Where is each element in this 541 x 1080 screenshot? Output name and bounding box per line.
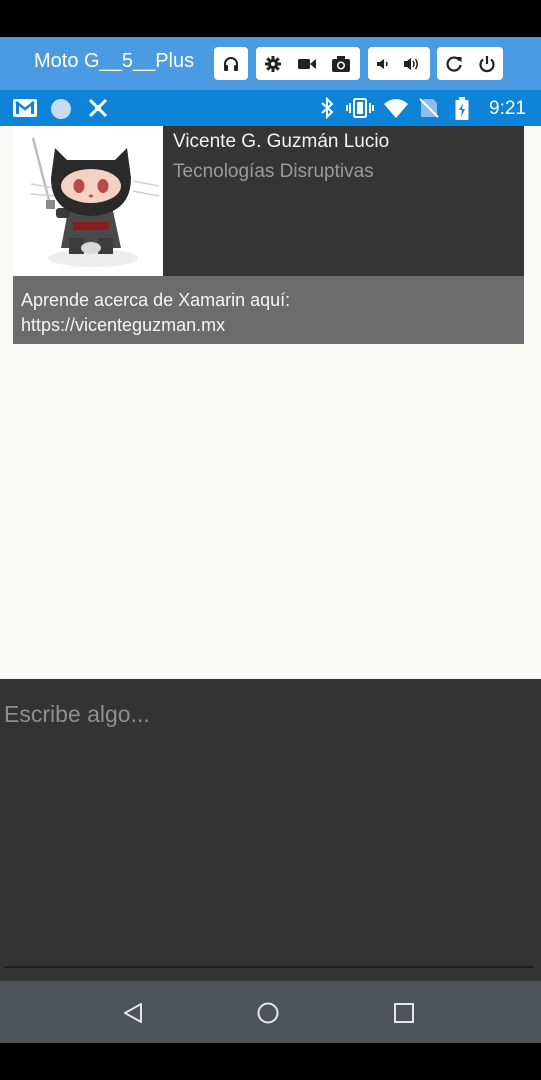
profile-card[interactable]: Vicente G. Guzmán Lucio Tecnologías Disr… [13,126,524,344]
system-button-group [437,47,503,80]
message-editor[interactable] [0,679,541,969]
profile-company: Tecnologías Disruptivas [173,161,374,182]
volume-up-icon[interactable] [397,47,426,80]
xamarin-icon [86,97,110,119]
wifi-icon [383,97,409,119]
app-content: Vicente G. Guzmán Lucio Tecnologías Disr… [0,126,541,679]
top-black-bezel [0,0,541,37]
profile-description: Aprende acerca de Xamarin aquí: https://… [21,290,291,335]
headset-icon[interactable] [214,47,248,80]
camera-icon[interactable] [324,47,358,80]
ninja-octocat-avatar [13,126,163,276]
profile-name: Vicente G. Guzmán Lucio [173,131,390,152]
status-time: 9:21 [489,98,526,119]
power-icon[interactable] [470,47,503,80]
emulator-toolbar: Moto G__5__Plus [0,37,541,90]
bottom-black-bezel [0,1043,541,1080]
profile-card-header: Vicente G. Guzmán Lucio Tecnologías Disr… [13,126,524,276]
audio-button-group [214,47,248,80]
recents-icon[interactable] [389,998,419,1028]
volume-button-group [368,47,430,80]
battery-icon [454,97,470,121]
gmail-icon [12,97,38,119]
bluetooth-icon [318,97,336,119]
circle-notification-icon [50,98,72,120]
device-name: Moto G__5__Plus [34,50,195,72]
android-navigation-bar [0,981,541,1043]
capture-button-group [256,47,360,80]
rotate-icon[interactable] [437,47,470,80]
profile-card-footer: Aprende acerca de Xamarin aquí: https://… [13,276,524,344]
volume-down-icon[interactable] [368,47,397,80]
back-icon[interactable] [118,998,148,1028]
video-icon[interactable] [290,47,324,80]
message-editor-area [0,679,541,981]
home-icon[interactable] [253,998,283,1028]
settings-icon[interactable] [256,47,290,80]
no-sim-icon [418,97,440,119]
editor-underline [4,966,533,968]
vibrate-icon [346,97,374,119]
android-status-bar: 9:21 [0,90,541,126]
